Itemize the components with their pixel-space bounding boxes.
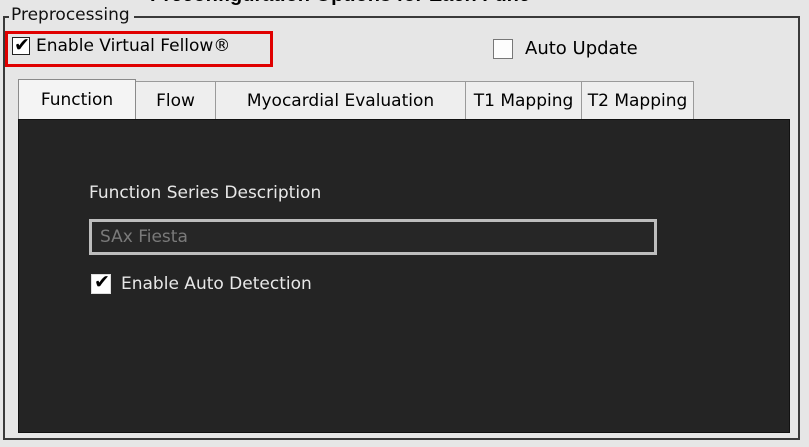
enable-virtual-fellow-option[interactable]: ✔ Enable Virtual Fellow® (12, 34, 231, 56)
check-mark-icon: ✔ (94, 271, 110, 293)
enable-virtual-fellow-label: Enable Virtual Fellow® (36, 36, 231, 56)
series-description-label: Function Series Description (89, 183, 322, 203)
series-description-input[interactable] (89, 219, 657, 255)
tab-bar: Function Flow Myocardial Evaluation T1 M… (18, 79, 694, 119)
auto-update-label: Auto Update (525, 38, 638, 59)
tab-t1-mapping[interactable]: T1 Mapping (466, 81, 582, 119)
page-caption: Preconfiguration Options for Each Functi… (150, 0, 530, 8)
tab-t2-mapping[interactable]: T2 Mapping (582, 81, 694, 119)
tab-flow[interactable]: Flow (136, 81, 216, 119)
auto-update-option[interactable]: Auto Update (493, 38, 638, 59)
group-title: Preprocessing (9, 5, 134, 27)
preprocessing-settings-window: Preconfiguration Options for Each Functi… (0, 0, 809, 447)
enable-auto-detection-checkbox[interactable]: ✔ (91, 271, 111, 294)
enable-auto-detection-label: Enable Auto Detection (121, 274, 312, 294)
function-tab-panel: Function Series Description ✔ Enable Aut… (18, 119, 790, 433)
enable-auto-detection-option[interactable]: ✔ Enable Auto Detection (91, 271, 312, 294)
tab-myocardial-evaluation[interactable]: Myocardial Evaluation (216, 81, 466, 119)
check-mark-icon: ✔ (14, 34, 30, 56)
enable-virtual-fellow-checkbox[interactable]: ✔ (12, 34, 30, 56)
auto-update-checkbox[interactable] (493, 38, 513, 59)
tab-function[interactable]: Function (18, 79, 136, 119)
